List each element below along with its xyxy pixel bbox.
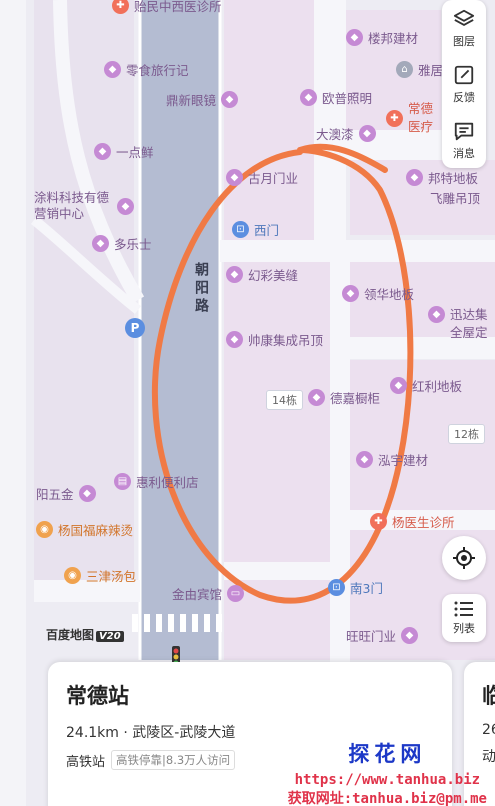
poi-sanjin[interactable]: ◉ 三津汤包 bbox=[64, 566, 136, 585]
clinic-icon: ✚ bbox=[370, 513, 387, 530]
poi-duole[interactable]: ◆ 多乐士 bbox=[92, 234, 152, 253]
poi-yafu[interactable]: ⌂ 雅居 bbox=[396, 60, 443, 79]
poi-yangwu[interactable]: 阳五金 ◆ bbox=[36, 484, 96, 503]
poi-feidiao[interactable]: 飞雕吊顶 bbox=[430, 188, 480, 207]
parking-icon[interactable]: P bbox=[125, 318, 145, 338]
shop-icon: ◆ bbox=[78, 485, 96, 502]
building-tag: 14栋 bbox=[266, 390, 303, 410]
place-title: 常德站 bbox=[66, 684, 129, 708]
map-logo: 百度地图 V20 bbox=[46, 626, 124, 643]
poi-oupu[interactable]: ◆ 欧普照明 bbox=[300, 88, 372, 107]
poi-lingshi[interactable]: ◆ 零食旅行记 bbox=[104, 60, 189, 79]
poi-yangguo[interactable]: ◉ 杨国福麻辣烫 bbox=[36, 520, 133, 539]
messages-button[interactable]: 消息 bbox=[442, 112, 486, 168]
poi-clinic-top[interactable]: ✚ 贻民中西医诊所 bbox=[112, 0, 222, 15]
poi-hongyu[interactable]: ◆ 泓宇建材 bbox=[356, 450, 428, 469]
poi-yangyi[interactable]: ✚ 杨医生诊所 bbox=[370, 512, 455, 531]
poi-linghua[interactable]: ◆ 领华地板 bbox=[342, 284, 414, 303]
poi-dexin[interactable]: ◆ 德嘉橱柜 bbox=[308, 388, 380, 407]
locate-button[interactable] bbox=[442, 536, 486, 580]
list-button[interactable]: 列表 bbox=[442, 594, 486, 642]
shop-icon: ◆ bbox=[406, 169, 423, 186]
hospital-icon: ✚ bbox=[386, 109, 403, 127]
poi-huancai[interactable]: ◆ 幻彩美缝 bbox=[226, 265, 298, 284]
poi-guyue[interactable]: ◆ 古月门业 bbox=[226, 168, 298, 187]
shop-icon: ◆ bbox=[401, 627, 419, 644]
shop-icon: ◆ bbox=[356, 451, 373, 468]
shop-icon: ◆ bbox=[390, 377, 407, 394]
hotel-icon: ▭ bbox=[227, 585, 245, 602]
map-canvas[interactable]: 朝阳路 ✚ 贻民中西医诊所 ◆ 零食旅行记 鼎新眼镜 ◆ ◆ 一点鲜 涂料科技有… bbox=[0, 0, 495, 806]
home-icon: ⌂ bbox=[396, 61, 413, 78]
shop-icon: ◆ bbox=[117, 197, 134, 215]
place-type: 高铁站 bbox=[66, 754, 106, 770]
poi-jinyou[interactable]: 金由宾馆 ▭ bbox=[172, 584, 245, 603]
shop-icon: ◆ bbox=[358, 125, 376, 142]
poi-loupan[interactable]: ◆ 楼邦建材 bbox=[346, 28, 418, 47]
shop-icon: ◆ bbox=[342, 285, 359, 302]
poi-bangte[interactable]: ◆ 邦特地板 bbox=[406, 168, 478, 187]
poi-ximen[interactable]: ⊡ 西门 bbox=[232, 220, 279, 239]
shop-icon: ◆ bbox=[346, 29, 363, 46]
poi-xunda[interactable]: ◆ 迅达集全屋定 bbox=[428, 306, 494, 342]
poi-hui[interactable]: ▤ 惠利便利店 bbox=[114, 472, 199, 491]
place-stats-tag: 高铁停靠|8.3万人访问 bbox=[111, 750, 236, 770]
shop-icon: ◆ bbox=[300, 89, 317, 106]
gate-icon: ⊡ bbox=[328, 579, 345, 596]
shop-icon: ◆ bbox=[221, 91, 239, 108]
shop-icon: ◆ bbox=[226, 169, 243, 186]
gate-icon: ⊡ bbox=[232, 221, 249, 238]
road-label: 朝阳路 bbox=[193, 262, 209, 316]
poi-tuliao[interactable]: 涂料科技有德营销中心 ◆ bbox=[34, 190, 134, 222]
shop-icon: ◆ bbox=[104, 61, 121, 78]
building-tag: 12栋 bbox=[448, 424, 485, 444]
cart-icon: ▤ bbox=[114, 473, 131, 490]
clinic-icon: ✚ bbox=[112, 0, 129, 14]
food-icon: ◉ bbox=[64, 567, 81, 584]
poi-daaoqi[interactable]: 大澳漆 ◆ bbox=[316, 124, 376, 143]
watermark: 探花网 https://www.tanhua.biz 获取网址:tanhua.b… bbox=[287, 742, 487, 806]
layers-icon bbox=[453, 9, 475, 26]
food-icon: ◉ bbox=[36, 521, 53, 538]
poi-changde-hosp[interactable]: ✚ 常德医疗 bbox=[386, 100, 442, 136]
locate-icon bbox=[453, 547, 475, 569]
shop-icon: ◆ bbox=[226, 331, 243, 348]
shop-icon: ◆ bbox=[308, 389, 325, 406]
message-icon bbox=[454, 122, 474, 140]
poi-shuaikang[interactable]: ◆ 帅康集成吊顶 bbox=[226, 330, 323, 349]
poi-hongli[interactable]: ◆ 红利地板 bbox=[390, 376, 462, 395]
layers-button[interactable]: 图层 bbox=[442, 0, 486, 56]
poi-nan3[interactable]: ⊡ 南3门 bbox=[328, 578, 383, 597]
shop-icon: ◆ bbox=[92, 235, 109, 252]
feedback-button[interactable]: 反馈 bbox=[442, 56, 486, 112]
edit-icon bbox=[454, 65, 474, 84]
shop-icon: ◆ bbox=[428, 306, 445, 323]
shop-icon: ◆ bbox=[226, 266, 243, 283]
map-control-panel: 图层 反馈 消息 bbox=[442, 0, 486, 168]
poi-yidianxian[interactable]: ◆ 一点鲜 bbox=[94, 142, 154, 161]
list-icon bbox=[454, 601, 473, 617]
shop-icon: ◆ bbox=[94, 143, 111, 160]
poi-dingxin[interactable]: 鼎新眼镜 ◆ bbox=[166, 90, 239, 109]
poi-wangwang[interactable]: 旺旺门业 ◆ bbox=[346, 626, 419, 645]
